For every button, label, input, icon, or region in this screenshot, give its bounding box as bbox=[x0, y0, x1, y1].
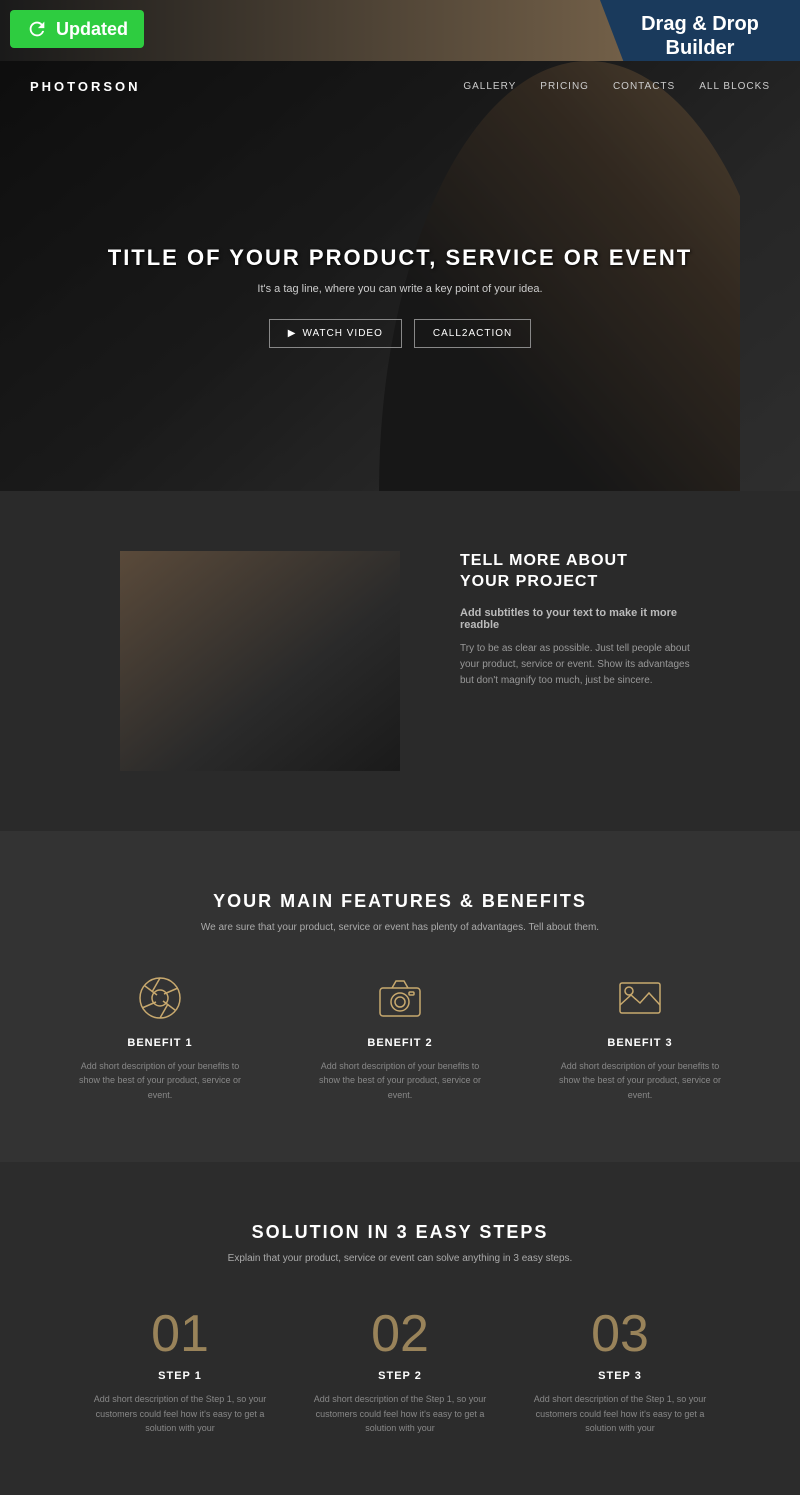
step-1-desc: Add short description of the Step 1, so … bbox=[90, 1392, 270, 1435]
features-title: YOUR MAIN FEATURES & BENEFITS bbox=[40, 891, 760, 912]
nav-gallery[interactable]: GALLERY bbox=[463, 81, 516, 92]
step-2-desc: Add short description of the Step 1, so … bbox=[310, 1392, 490, 1435]
steps-subtitle: Explain that your product, service or ev… bbox=[40, 1253, 760, 1264]
hero-buttons: ▶ WATCH VIDEO CALL2ACTION bbox=[108, 319, 692, 348]
feature-2-name: BENEFIT 2 bbox=[310, 1037, 490, 1049]
hero-content: TITLE OF YOUR PRODUCT, SERVICE OR EVENT … bbox=[108, 245, 692, 348]
nav-all-blocks[interactable]: ALL BLOCKS bbox=[699, 81, 770, 92]
about-desc: Try to be as clear as possible. Just tel… bbox=[460, 641, 700, 689]
step-3-desc: Add short description of the Step 1, so … bbox=[530, 1392, 710, 1435]
about-text: TELL MORE ABOUTYOUR PROJECT Add subtitle… bbox=[460, 551, 700, 771]
play-icon: ▶ bbox=[288, 328, 297, 339]
about-image bbox=[120, 551, 400, 771]
watch-video-button[interactable]: ▶ WATCH VIDEO bbox=[269, 319, 402, 348]
step-3-number: 03 bbox=[530, 1304, 710, 1364]
about-image-inner bbox=[120, 551, 400, 771]
nav-contacts[interactable]: CONTACTS bbox=[613, 81, 675, 92]
feature-item-1: BENEFIT 1 Add short description of your … bbox=[70, 973, 250, 1102]
updated-label: Updated bbox=[56, 19, 128, 40]
hero-subtitle: It's a tag line, where you can write a k… bbox=[108, 283, 692, 295]
step-1-name: Step 1 bbox=[90, 1370, 270, 1382]
step-item-3: 03 Step 3 Add short description of the S… bbox=[530, 1304, 710, 1435]
image-icon bbox=[615, 973, 665, 1023]
hero-section: PHOTORSON GALLERY PRICING CONTACTS ALL B… bbox=[0, 61, 800, 491]
features-section: YOUR MAIN FEATURES & BENEFITS We are sur… bbox=[0, 831, 800, 1162]
feature-2-desc: Add short description of your benefits t… bbox=[310, 1059, 490, 1102]
camera-icon bbox=[375, 973, 425, 1023]
feature-1-desc: Add short description of your benefits t… bbox=[70, 1059, 250, 1102]
step-2-number: 02 bbox=[310, 1304, 490, 1364]
step-1-number: 01 bbox=[90, 1304, 270, 1364]
feature-1-name: BENEFIT 1 bbox=[70, 1037, 250, 1049]
steps-grid: 01 Step 1 Add short description of the S… bbox=[40, 1304, 760, 1435]
cta-button[interactable]: CALL2ACTION bbox=[414, 319, 531, 348]
hero-title: TITLE OF YOUR PRODUCT, SERVICE OR EVENT bbox=[108, 245, 692, 271]
about-section: TELL MORE ABOUTYOUR PROJECT Add subtitle… bbox=[0, 491, 800, 831]
refresh-icon bbox=[26, 18, 48, 40]
about-title: TELL MORE ABOUTYOUR PROJECT bbox=[460, 551, 700, 593]
feature-item-3: BENEFIT 3 Add short description of your … bbox=[550, 973, 730, 1102]
feature-3-name: BENEFIT 3 bbox=[550, 1037, 730, 1049]
feature-3-desc: Add short description of your benefits t… bbox=[550, 1059, 730, 1102]
navbar-links: GALLERY PRICING CONTACTS ALL BLOCKS bbox=[463, 81, 770, 92]
dnd-badge: Drag & DropBuilder ↗↙ bbox=[600, 0, 800, 61]
shutter-icon bbox=[135, 973, 185, 1023]
navbar-brand: PHOTORSON bbox=[30, 79, 141, 94]
feature-item-2: BENEFIT 2 Add short description of your … bbox=[310, 973, 490, 1102]
step-2-name: Step 2 bbox=[310, 1370, 490, 1382]
step-item-2: 02 Step 2 Add short description of the S… bbox=[310, 1304, 490, 1435]
features-subtitle: We are sure that your product, service o… bbox=[40, 922, 760, 933]
dnd-label: Drag & DropBuilder bbox=[641, 13, 759, 59]
step-item-1: 01 Step 1 Add short description of the S… bbox=[90, 1304, 270, 1435]
updated-badge: Updated bbox=[10, 10, 144, 48]
features-grid: BENEFIT 1 Add short description of your … bbox=[40, 973, 760, 1102]
steps-title: SOLUTION IN 3 EASY STEPS bbox=[40, 1222, 760, 1243]
page-header: Updated Drag & DropBuilder ↗↙ bbox=[0, 0, 800, 61]
about-subtitle: Add subtitles to your text to make it mo… bbox=[460, 607, 700, 631]
navbar: PHOTORSON GALLERY PRICING CONTACTS ALL B… bbox=[0, 61, 800, 111]
nav-pricing[interactable]: PRICING bbox=[540, 81, 589, 92]
steps-section: SOLUTION IN 3 EASY STEPS Explain that yo… bbox=[0, 1162, 800, 1495]
step-3-name: Step 3 bbox=[530, 1370, 710, 1382]
watch-video-label: WATCH VIDEO bbox=[302, 328, 382, 339]
